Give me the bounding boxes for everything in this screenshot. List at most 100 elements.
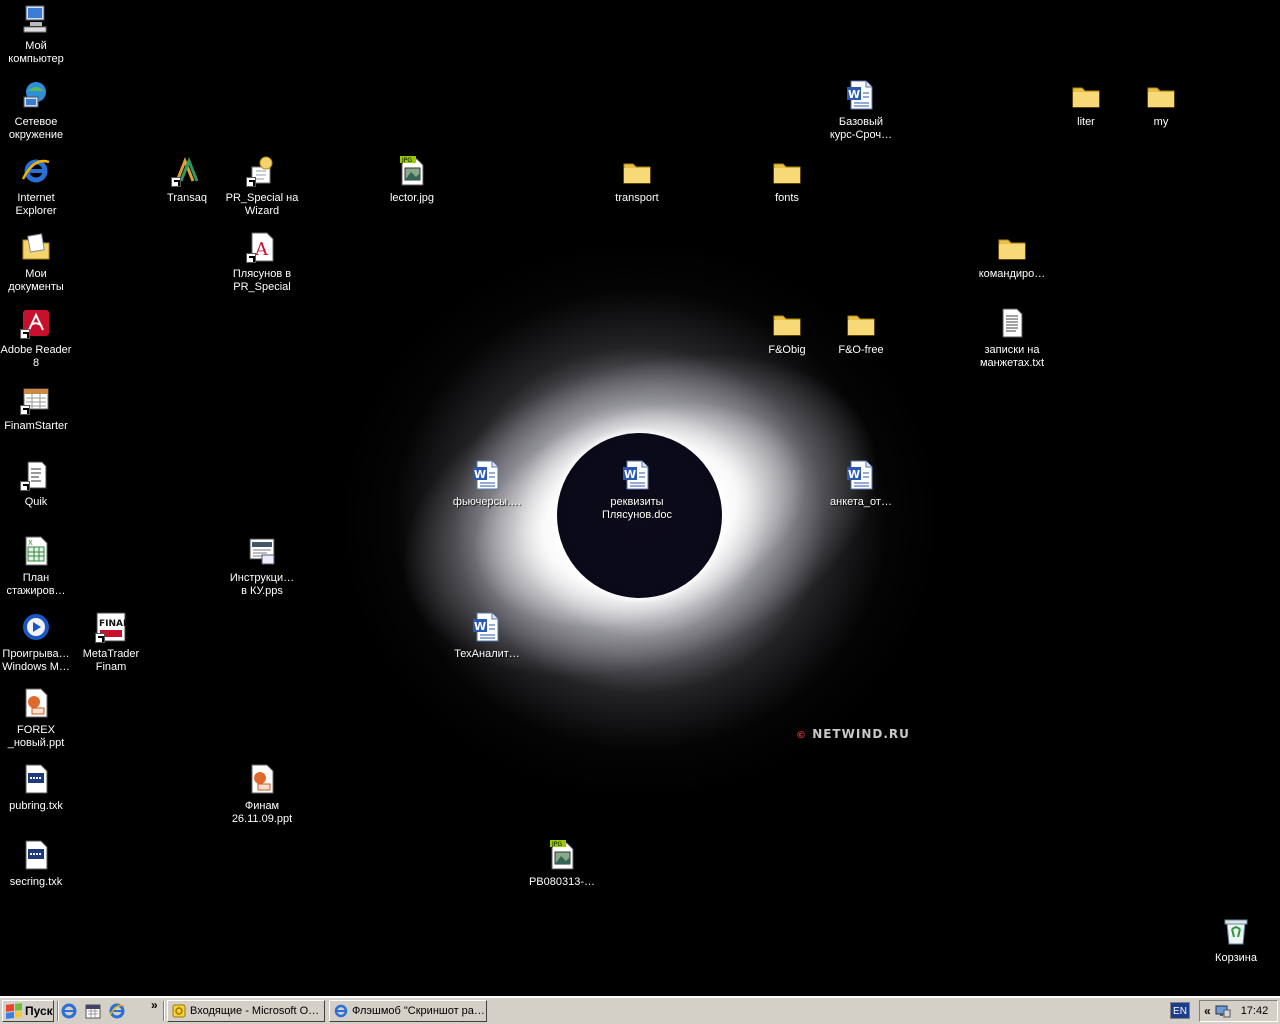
network-tray-icon[interactable] — [1215, 1004, 1231, 1018]
desktop-icon-plan[interactable]: X План стажиров… — [0, 535, 74, 598]
start-label: Пуск — [25, 1004, 53, 1018]
desktop-icon-label: PR_Special на Wizard — [225, 192, 299, 217]
internet-explorer-icon — [20, 155, 52, 187]
desktop-icon-my-computer[interactable]: Мой компьютер — [0, 3, 74, 66]
desktop-icon-zapiski[interactable]: записки на манжетах.txt — [974, 307, 1050, 370]
desktop-icon-label: Базовый курс-Сроч… — [829, 116, 893, 141]
shortcut-arrow-icon — [246, 253, 256, 263]
desktop-icon-bazovy[interactable]: W Базовый курс-Сроч… — [823, 79, 899, 142]
desktop-icon-label: F&O-free — [838, 344, 884, 356]
svg-text:FINAM: FINAM — [99, 619, 127, 629]
taskbar-separator — [163, 1001, 165, 1021]
svg-text:W: W — [474, 620, 486, 633]
desktop-icon-finam-ppt[interactable]: Финам 26.11.09.ppt — [224, 763, 300, 826]
wizard-icon — [246, 155, 278, 187]
desktop-icon-fonts[interactable]: fonts — [749, 155, 825, 205]
svg-text:JPG: JPG — [551, 841, 562, 848]
key-file-icon — [20, 763, 52, 795]
folder-icon — [996, 231, 1028, 263]
quicklaunch-overflow-chevron[interactable]: » — [151, 998, 158, 1012]
desktop-icon-komandiro[interactable]: командиро… — [974, 231, 1050, 281]
desktop-icon-adobe[interactable]: Adobe Reader 8 — [0, 307, 74, 370]
desktop-icon-label: Финам 26.11.09.ppt — [231, 800, 293, 825]
desktop-icon-label: реквизиты Плясунов.doc — [601, 496, 673, 521]
desktop-icon-tehanalit[interactable]: W ТехАналит… — [449, 611, 525, 661]
svg-text:W: W — [848, 468, 860, 481]
svg-text:W: W — [624, 468, 636, 481]
desktop-icon-label: План стажиров… — [6, 572, 66, 597]
finamstarter-icon — [20, 383, 52, 415]
desktop-icon-fofree[interactable]: F&O-free — [823, 307, 899, 357]
language-indicator[interactable]: EN — [1170, 1002, 1190, 1019]
desktop-icon-network[interactable]: Сетевое окружение — [0, 79, 74, 142]
desktop-icon-label: Инструкци… в КУ.pps — [229, 572, 295, 597]
desktop-icon-my[interactable]: my — [1123, 79, 1199, 129]
desktop-icon-wmp[interactable]: Проигрыва… Windows M… — [0, 611, 74, 674]
word-doc-icon: W — [471, 611, 503, 643]
folder-icon — [1070, 79, 1102, 111]
desktop-icon-my-docs[interactable]: Мои документы — [0, 231, 74, 294]
svg-text:W: W — [474, 468, 486, 481]
taskbar-button-outlook[interactable]: Входящие - Microsoft O… — [167, 1000, 325, 1022]
clock: 17:42 — [1240, 1005, 1269, 1017]
outlook-icon — [172, 1004, 186, 1018]
word-doc-icon: W — [471, 459, 503, 491]
desktop-icon-plyasunov-pr[interactable]: A Плясунов в PR_Special — [224, 231, 300, 294]
desktop-icon-recycle[interactable]: Корзина — [1198, 915, 1274, 965]
desktop-icon-pb080313[interactable]: JPG PB080313-… — [524, 839, 600, 889]
internet-explorer-icon[interactable] — [108, 1002, 126, 1020]
desktop-icon-rekvizity[interactable]: Wреквизиты Плясунов.doc — [599, 459, 675, 522]
folder-icon — [771, 155, 803, 187]
desktop-icon-metatrader[interactable]: FINAM MetaTrader Finam — [73, 611, 149, 674]
desktop-icon-label: fonts — [775, 192, 799, 204]
tray-expand-chevron[interactable]: « — [1204, 1004, 1211, 1018]
desktop-icon-label: transport — [615, 192, 659, 204]
shortcut-arrow-icon — [20, 481, 30, 491]
desktop-icon-pubring[interactable]: pubring.txk — [0, 763, 74, 813]
shortcut-arrow-icon — [95, 633, 105, 643]
desktop-icon-label: MetaTrader Finam — [82, 648, 140, 673]
desktop-icon-label: Сетевое окружение — [8, 116, 64, 141]
task-label: Входящие - Microsoft O… — [190, 1005, 320, 1017]
folder-icon — [771, 307, 803, 339]
desktop-icon-ie[interactable]: Internet Explorer — [0, 155, 74, 218]
font-file-icon: A — [246, 231, 278, 263]
start-button[interactable]: Пуск — [2, 1000, 54, 1022]
quik-icon — [20, 459, 52, 491]
desktop-icon-label: Quik — [24, 496, 48, 508]
internet-explorer-icon[interactable] — [60, 1002, 78, 1020]
desktop-icon-transport[interactable]: transport — [599, 155, 675, 205]
desktop-icon-label: lector.jpg — [389, 192, 435, 204]
desktop-icon-secring[interactable]: secring.txk — [0, 839, 74, 889]
desktop-icon-label: ТехАналит… — [454, 648, 520, 660]
taskbar-button-browser[interactable]: Флэшмоб "Скриншот ра… — [329, 1000, 487, 1022]
calendar-icon[interactable] — [84, 1002, 102, 1020]
computer-icon — [20, 3, 52, 35]
desktop-icon-futures[interactable]: Wфьючерсы…. — [449, 459, 525, 509]
desktop-icon-lector[interactable]: JPG lector.jpg — [374, 155, 450, 205]
jpg-file-icon: JPG — [546, 839, 578, 871]
powerpoint-file-icon — [20, 687, 52, 719]
media-player-icon — [20, 611, 52, 643]
shortcut-arrow-icon — [171, 177, 181, 187]
svg-text:X: X — [28, 539, 33, 547]
key-file-icon — [20, 839, 52, 871]
desktop-icon-label: Корзина — [1215, 952, 1257, 964]
desktop-icon-label: F&Obig — [768, 344, 806, 356]
desktop-icon-finamstarter[interactable]: FinamStarter — [0, 383, 74, 433]
desktop-icon-forex[interactable]: FOREX _новый.ppt — [0, 687, 74, 750]
desktop-icon-instrukcii[interactable]: Инструкци… в КУ.pps — [224, 535, 300, 598]
desktop-icon-label: FinamStarter — [4, 420, 68, 432]
pps-file-icon — [246, 535, 278, 567]
desktop-icon-transaq[interactable]: Transaq — [149, 155, 225, 205]
finam-logo-icon: FINAM — [95, 611, 127, 643]
documents-folder-icon — [20, 231, 52, 263]
desktop-icon-fobig[interactable]: F&Obig — [749, 307, 825, 357]
desktop-icon-liter[interactable]: liter — [1048, 79, 1124, 129]
desktop-icon-prspecial-wizard[interactable]: PR_Special на Wizard — [224, 155, 300, 218]
desktop-icon-quik[interactable]: Quik — [0, 459, 74, 509]
internet-explorer-icon — [334, 1004, 348, 1018]
desktop-icon-label: фьючерсы…. — [452, 496, 522, 508]
desktop-icon-label: PB080313-… — [528, 876, 596, 888]
desktop-icon-anketa[interactable]: Wанкета_от… — [823, 459, 899, 509]
